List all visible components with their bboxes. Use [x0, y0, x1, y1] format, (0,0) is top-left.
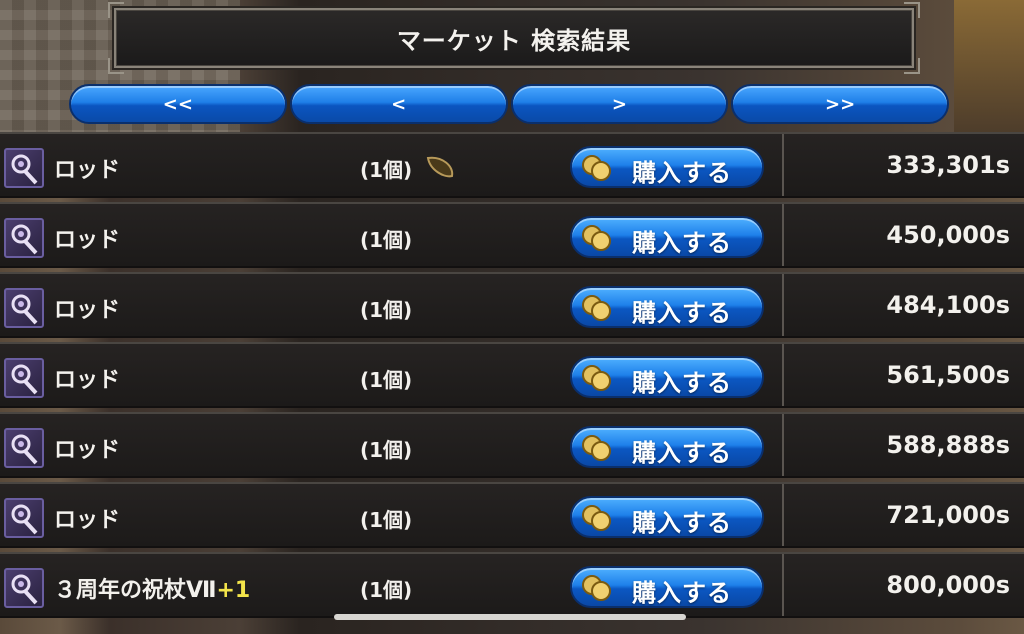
coin-icon	[582, 365, 611, 391]
item-name: ロッド	[54, 508, 121, 533]
buy-button-label: 購入する	[632, 229, 732, 257]
buy-button[interactable]: 購入する	[570, 216, 764, 258]
item-name: ロッド	[54, 298, 121, 323]
buy-button[interactable]: 購入する	[570, 496, 764, 538]
coin-icon	[582, 295, 611, 321]
column-divider	[782, 274, 784, 336]
pagination-bar: << < > >>	[69, 84, 949, 124]
title-bar: マーケット 検索結果	[108, 2, 920, 74]
item-name: ロッド	[54, 228, 121, 253]
buy-button[interactable]: 購入する	[570, 146, 764, 188]
frame-corner	[108, 2, 124, 18]
home-indicator[interactable]	[334, 614, 686, 620]
background-ornament	[954, 0, 1024, 140]
listing-list: ロッド (1個) 購入する 333,301s ロッド (1個) 購入する 450…	[0, 132, 1024, 634]
item-price: 484,100s	[886, 291, 1010, 319]
coin-icon	[582, 575, 611, 601]
listing-row: ロッド (1個) 購入する 721,000s	[0, 482, 1024, 548]
rod-icon	[4, 428, 44, 468]
item-quantity: (1個)	[360, 438, 413, 462]
item-name: ３周年の祝杖Ⅶ+1	[54, 578, 251, 603]
item-quantity: (1個)	[360, 578, 413, 602]
buy-button-label: 購入する	[632, 439, 732, 467]
rod-icon	[4, 498, 44, 538]
listing-row: ロッド (1個) 購入する 588,888s	[0, 412, 1024, 478]
listing-row: ロッド (1個) 購入する 450,000s	[0, 202, 1024, 268]
buy-button[interactable]: 購入する	[570, 566, 764, 608]
item-price: 800,000s	[886, 571, 1010, 599]
buy-button[interactable]: 購入する	[570, 356, 764, 398]
listing-row: ロッド (1個) 購入する 333,301s	[0, 132, 1024, 198]
next-page-button[interactable]: >	[510, 84, 729, 124]
item-name: ロッド	[54, 438, 121, 463]
rod-icon	[4, 358, 44, 398]
item-name: ロッド	[54, 368, 121, 393]
coin-icon	[582, 155, 611, 181]
rod-icon	[4, 288, 44, 328]
last-page-button[interactable]: >>	[731, 84, 949, 124]
coin-icon	[582, 435, 611, 461]
frame-corner	[108, 58, 124, 74]
column-divider	[782, 134, 784, 196]
coin-icon	[582, 225, 611, 251]
rod-icon	[4, 568, 44, 608]
item-quantity: (1個)	[360, 368, 413, 392]
column-divider	[782, 484, 784, 546]
listing-row: ロッド (1個) 購入する 484,100s	[0, 272, 1024, 338]
column-divider	[782, 414, 784, 476]
coin-icon	[582, 505, 611, 531]
buy-button[interactable]: 購入する	[570, 286, 764, 328]
frame-corner	[904, 2, 920, 18]
enhance-level: +1	[216, 578, 251, 603]
listing-row: ロッド (1個) 購入する 561,500s	[0, 342, 1024, 408]
column-divider	[782, 554, 784, 616]
item-price: 721,000s	[886, 501, 1010, 529]
page-title: マーケット 検索結果	[396, 26, 632, 55]
item-quantity: (1個)	[360, 158, 413, 182]
buy-button-label: 購入する	[632, 159, 732, 187]
listing-row: ３周年の祝杖Ⅶ+1 (1個) 購入する 800,000s	[0, 552, 1024, 618]
buy-button-label: 購入する	[632, 509, 732, 537]
buy-button[interactable]: 購入する	[570, 426, 764, 468]
first-page-button[interactable]: <<	[69, 84, 287, 124]
item-quantity: (1個)	[360, 508, 413, 532]
column-divider	[782, 344, 784, 406]
item-price: 588,888s	[886, 431, 1010, 459]
buy-button-label: 購入する	[632, 369, 732, 397]
seed-icon	[426, 156, 454, 178]
item-price: 450,000s	[886, 221, 1010, 249]
frame-corner	[904, 58, 920, 74]
item-quantity: (1個)	[360, 298, 413, 322]
item-price: 561,500s	[886, 361, 1010, 389]
item-quantity: (1個)	[360, 228, 413, 252]
prev-page-button[interactable]: <	[289, 84, 508, 124]
buy-button-label: 購入する	[632, 299, 732, 327]
rod-icon	[4, 148, 44, 188]
item-price: 333,301s	[886, 151, 1010, 179]
rod-icon	[4, 218, 44, 258]
column-divider	[782, 204, 784, 266]
buy-button-label: 購入する	[632, 579, 732, 607]
item-name: ロッド	[54, 158, 121, 183]
